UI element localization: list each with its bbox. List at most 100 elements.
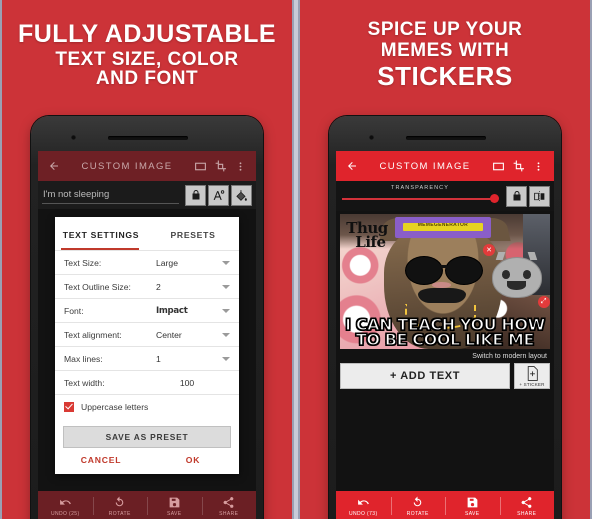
meme-caption[interactable]: I CAN TEACH YOU HOW TO BE COOL LIKE ME	[340, 315, 550, 348]
dialog-tabs: TEXT SETTINGS PRESETS	[55, 217, 239, 250]
rotate-label-left: ROTATE	[108, 510, 131, 517]
chevron-down-icon[interactable]	[222, 308, 230, 313]
back-arrow-icon[interactable]	[44, 156, 64, 176]
ok-button[interactable]: OK	[147, 455, 239, 465]
lock-icon[interactable]	[185, 184, 206, 206]
save-button-right[interactable]: SAVE	[445, 491, 500, 519]
sticker-resize-handle[interactable]: ⤢	[537, 295, 550, 308]
back-arrow-icon[interactable]	[342, 156, 362, 176]
phone-speaker-icon	[108, 136, 188, 140]
row-text-alignment-value: Center	[156, 329, 182, 340]
overflow-menu-icon[interactable]	[230, 156, 250, 176]
add-sticker-label: + STICKER	[519, 381, 545, 387]
app-bar-right: CUSTOM IMAGE	[336, 151, 554, 181]
share-label-right: SHARE	[517, 510, 537, 517]
font-icon[interactable]	[208, 184, 229, 206]
add-sticker-button[interactable]: + STICKER	[514, 363, 550, 389]
tab-presets[interactable]: PRESETS	[147, 217, 239, 250]
chevron-down-icon[interactable]	[222, 332, 230, 337]
tab-text-settings[interactable]: TEXT SETTINGS	[55, 217, 147, 250]
sunglasses-bridge	[438, 265, 448, 268]
row-text-width-value-wrap: 100	[156, 378, 218, 388]
flip-icon[interactable]	[529, 185, 550, 207]
add-text-button[interactable]: + ADD TEXT	[340, 363, 510, 389]
row-text-alignment-label: Text alignment:	[64, 329, 122, 340]
phone-screen-left: CUSTOM IMAGE I'm not sleeping TEXT SETTI…	[38, 151, 256, 519]
row-max-lines[interactable]: Max lines: 1	[55, 346, 239, 370]
crop-icon[interactable]	[508, 156, 528, 176]
row-font[interactable]: Font: Impact	[55, 298, 239, 322]
rectangle-icon[interactable]	[488, 156, 508, 176]
undo-button-left[interactable]: UNDO (25)	[38, 491, 93, 519]
uppercase-letters-label: Uppercase letters	[81, 402, 149, 412]
save-button-left[interactable]: SAVE	[147, 491, 202, 519]
cat-face-sticker[interactable]: ✕ ⤢	[483, 244, 550, 308]
cancel-button[interactable]: CANCEL	[55, 455, 147, 465]
uppercase-letters-checkbox[interactable]	[64, 402, 74, 412]
row-text-outline-size[interactable]: Text Outline Size: 2	[55, 274, 239, 298]
rotate-button-right[interactable]: ROTATE	[390, 491, 446, 519]
chevron-down-icon[interactable]	[222, 284, 230, 289]
crop-icon[interactable]	[210, 156, 230, 176]
chevron-down-icon[interactable]	[222, 260, 230, 265]
row-text-width[interactable]: Text width: 100	[55, 370, 239, 394]
phone-screen-right: CUSTOM IMAGE TRANSPARENCY MEMEGENERATOR …	[336, 151, 554, 519]
overflow-menu-icon[interactable]	[528, 156, 548, 176]
row-text-outline-size-label: Text Outline Size:	[64, 281, 131, 292]
row-uppercase-letters[interactable]: Uppercase letters	[55, 394, 239, 419]
share-button-left[interactable]: SHARE	[201, 491, 257, 519]
transparency-slider[interactable]: TRANSPARENCY	[340, 184, 500, 208]
transparency-row: TRANSPARENCY	[336, 181, 554, 211]
share-button-right[interactable]: SHARE	[499, 491, 555, 519]
sticker-eye-right	[522, 269, 531, 279]
chevron-down-icon[interactable]	[222, 356, 230, 361]
headline-right-line1: SPICE UP YOUR	[367, 19, 523, 40]
headline-right-line2: MEMES WITH	[380, 40, 510, 62]
row-text-alignment[interactable]: Text alignment: Center	[55, 322, 239, 346]
phone-mockup-right: CUSTOM IMAGE TRANSPARENCY MEMEGENERATOR …	[329, 116, 561, 519]
headline-left-line2: TEXT SIZE, COLOR	[55, 48, 239, 70]
save-as-preset-button[interactable]: SAVE AS PRESET	[63, 426, 231, 448]
transparency-label: TRANSPARENCY	[390, 185, 450, 191]
text-input-row: I'm not sleeping	[38, 181, 256, 209]
row-max-lines-value: 1	[156, 353, 161, 364]
lock-icon[interactable]	[506, 185, 527, 207]
sticker-face	[492, 256, 543, 298]
add-sticker-icon	[526, 365, 539, 381]
rotate-icon	[411, 496, 424, 509]
frame-edge-mid-left	[292, 0, 294, 519]
undo-label-right: UNDO (73)	[348, 510, 378, 517]
undo-icon	[357, 496, 370, 509]
meme-canvas[interactable]: MEMEGENERATOR Thug Life ✕ ⤢ I CAN TEACH …	[340, 214, 550, 349]
rotate-icon	[113, 496, 126, 509]
transparency-thumb[interactable]	[490, 194, 499, 203]
row-font-label: Font:	[64, 305, 84, 316]
promo-panel-left: FULLY ADJUSTABLE TEXT SIZE, COLOR AND FO…	[0, 0, 294, 519]
sticker-delete-handle[interactable]: ✕	[483, 244, 496, 257]
paint-bucket-icon[interactable]	[231, 184, 252, 206]
promo-panel-right: SPICE UP YOUR MEMES WITH STICKERS CUSTOM…	[298, 0, 592, 519]
switch-layout-link[interactable]: Switch to modern layout	[336, 349, 554, 363]
app-bar-title-left: CUSTOM IMAGE	[81, 160, 173, 172]
frame-edge-mid-right	[298, 0, 300, 519]
text-width-input[interactable]: 100	[180, 378, 194, 388]
row-text-size[interactable]: Text Size: Large	[55, 250, 239, 274]
headline-right: SPICE UP YOUR MEMES WITH STICKERS	[298, 20, 592, 89]
save-label-left: SAVE	[166, 510, 182, 517]
transparency-track	[342, 198, 496, 200]
row-font-value: Impact	[156, 305, 188, 316]
headline-left-line1: FULLY ADJUSTABLE	[17, 20, 277, 48]
save-icon	[466, 496, 479, 509]
sticker-eye-left	[502, 269, 510, 279]
app-bar-left: CUSTOM IMAGE	[38, 151, 256, 181]
phone-speaker-icon	[406, 136, 486, 140]
undo-button-right[interactable]: UNDO (73)	[336, 491, 391, 519]
bottom-toolbar-right: UNDO (73) ROTATE SAVE SHARE	[336, 491, 554, 519]
phone-mockup-left: CUSTOM IMAGE I'm not sleeping TEXT SETTI…	[31, 116, 263, 519]
rotate-button-left[interactable]: ROTATE	[92, 491, 148, 519]
rectangle-icon[interactable]	[190, 156, 210, 176]
share-icon	[520, 496, 533, 509]
meme-text-input[interactable]: I'm not sleeping	[42, 186, 179, 204]
undo-label-left: UNDO (25)	[50, 510, 80, 517]
undo-icon	[59, 496, 72, 509]
